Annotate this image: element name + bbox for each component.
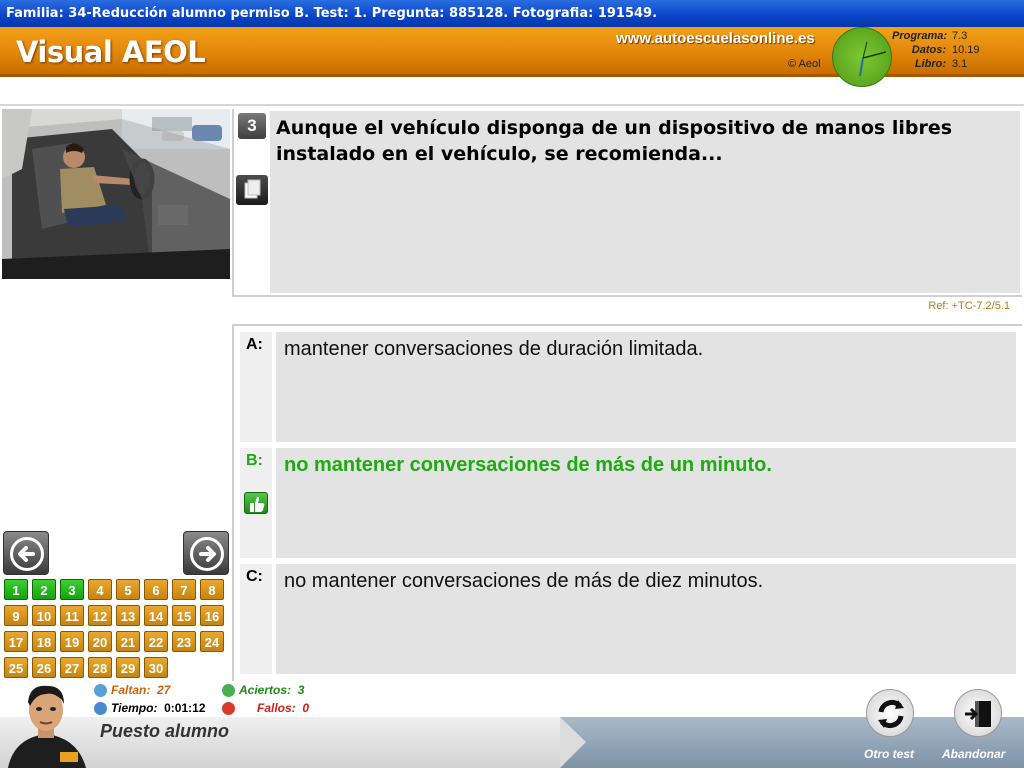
fallos-value: 0: [302, 701, 310, 715]
question-cell-10[interactable]: 10: [32, 605, 56, 626]
version-info: Programa: 7.3 Datos: 10.19 Libro: 3.1: [892, 30, 1012, 72]
answer-b-letter-text: B:: [246, 452, 263, 469]
previous-question-button[interactable]: [3, 531, 49, 575]
otro-test-button[interactable]: [866, 689, 914, 737]
answer-c-text[interactable]: no mantener conversaciones de más de die…: [276, 564, 1016, 674]
libro-label: Libro:: [914, 58, 946, 70]
libro-value: 3.1: [952, 58, 968, 70]
question-cell-19[interactable]: 19: [60, 631, 84, 652]
question-cell-5[interactable]: 5: [116, 579, 140, 600]
answers-panel: A: mantener conversaciones de duración l…: [232, 324, 1022, 681]
faltan-label: Faltan:: [111, 683, 151, 697]
answer-b-text[interactable]: no mantener conversaciones de más de un …: [276, 448, 1016, 558]
tiempo-label: Tiempo:: [111, 701, 158, 715]
question-cell-18[interactable]: 18: [32, 631, 56, 652]
programa-value: 7.3: [952, 30, 968, 42]
abandonar-button[interactable]: [954, 689, 1002, 737]
answer-c-letter: C:: [240, 564, 272, 674]
abandonar-label[interactable]: Abandonar: [942, 747, 1005, 761]
arrow-left-icon: [10, 537, 44, 571]
question-cell-12[interactable]: 12: [88, 605, 112, 626]
avatar: [4, 682, 90, 768]
tiempo-value: 0:01:12: [164, 701, 206, 715]
question-cell-16[interactable]: 16: [200, 605, 224, 626]
question-cell-30[interactable]: 30: [144, 657, 168, 678]
stat-faltan: Faltan: 27: [94, 683, 171, 698]
thumbs-up-icon: [244, 492, 268, 514]
question-cell-21[interactable]: 21: [116, 631, 140, 652]
answer-a-text[interactable]: mantener conversaciones de duración limi…: [276, 332, 1016, 442]
footer-strip-tip: [560, 717, 586, 768]
flag-icon: [94, 684, 107, 698]
question-cell-28[interactable]: 28: [88, 657, 112, 678]
aciertos-value: 3: [297, 683, 305, 697]
datos-value: 10.19: [952, 44, 980, 56]
question-cell-29[interactable]: 29: [116, 657, 140, 678]
question-cell-15[interactable]: 15: [172, 605, 196, 626]
question-cell-25[interactable]: 25: [4, 657, 28, 678]
app-title: Visual AEOL: [16, 35, 206, 69]
stat-tiempo: Tiempo: 0:01:12: [94, 701, 206, 716]
arrow-right-icon: [190, 537, 224, 571]
question-cell-22[interactable]: 22: [144, 631, 168, 652]
question-cell-7[interactable]: 7: [172, 579, 196, 600]
clock-icon: [832, 27, 892, 87]
next-question-button[interactable]: [183, 531, 229, 575]
question-cell-17[interactable]: 17: [4, 631, 28, 652]
question-cell-20[interactable]: 20: [88, 631, 112, 652]
footer-label: Puesto alumno: [100, 721, 230, 741]
programa-label: Programa:: [892, 30, 948, 42]
question-cell-23[interactable]: 23: [172, 631, 196, 652]
question-cell-3[interactable]: 3: [60, 579, 84, 600]
copy-icon[interactable]: [236, 175, 268, 205]
header-divider: [0, 104, 1024, 106]
question-cell-11[interactable]: 11: [60, 605, 84, 626]
question-photo: [2, 109, 230, 279]
correct-flag-icon: [222, 684, 235, 698]
question-cell-8[interactable]: 8: [200, 579, 224, 600]
refresh-icon: [878, 699, 904, 729]
question-cell-27[interactable]: 27: [60, 657, 84, 678]
question-cell-26[interactable]: 26: [32, 657, 56, 678]
otro-test-label[interactable]: Otro test: [864, 747, 914, 761]
datos-label: Datos:: [911, 44, 946, 56]
exit-door-icon: [965, 701, 991, 727]
error-flag-icon: [222, 702, 235, 716]
site-link[interactable]: www.autoescuelasonline.es: [616, 30, 815, 47]
question-cell-14[interactable]: 14: [144, 605, 168, 626]
window-title: Familia: 34-Reducción alumno permiso B. …: [6, 6, 658, 21]
question-text: Aunque el vehículo disponga de un dispos…: [270, 111, 1020, 293]
copyright: © Aeol: [788, 58, 821, 70]
answer-a-letter: A:: [240, 332, 272, 442]
question-cell-6[interactable]: 6: [144, 579, 168, 600]
question-cell-9[interactable]: 9: [4, 605, 28, 626]
question-cell-2[interactable]: 2: [32, 579, 56, 600]
faltan-value: 27: [157, 683, 171, 697]
question-cell-4[interactable]: 4: [88, 579, 112, 600]
aciertos-label: Aciertos:: [239, 683, 292, 697]
question-cell-24[interactable]: 24: [200, 631, 224, 652]
stat-fallos: Fallos: 0: [222, 701, 310, 716]
question-cell-1[interactable]: 1: [4, 579, 28, 600]
question-number: 3: [238, 113, 266, 139]
question-cell-13[interactable]: 13: [116, 605, 140, 626]
answer-b-letter: B:: [240, 448, 272, 558]
window-title-bar: Familia: 34-Reducción alumno permiso B. …: [0, 0, 1024, 27]
question-panel: 3 Aunque el vehículo disponga de un disp…: [232, 109, 1022, 297]
stat-aciertos: Aciertos: 3: [222, 683, 305, 698]
question-ref: Ref: +TC-7.2/5.1: [928, 300, 1010, 312]
hourglass-icon: [94, 702, 107, 716]
fallos-label: Fallos:: [257, 701, 296, 715]
